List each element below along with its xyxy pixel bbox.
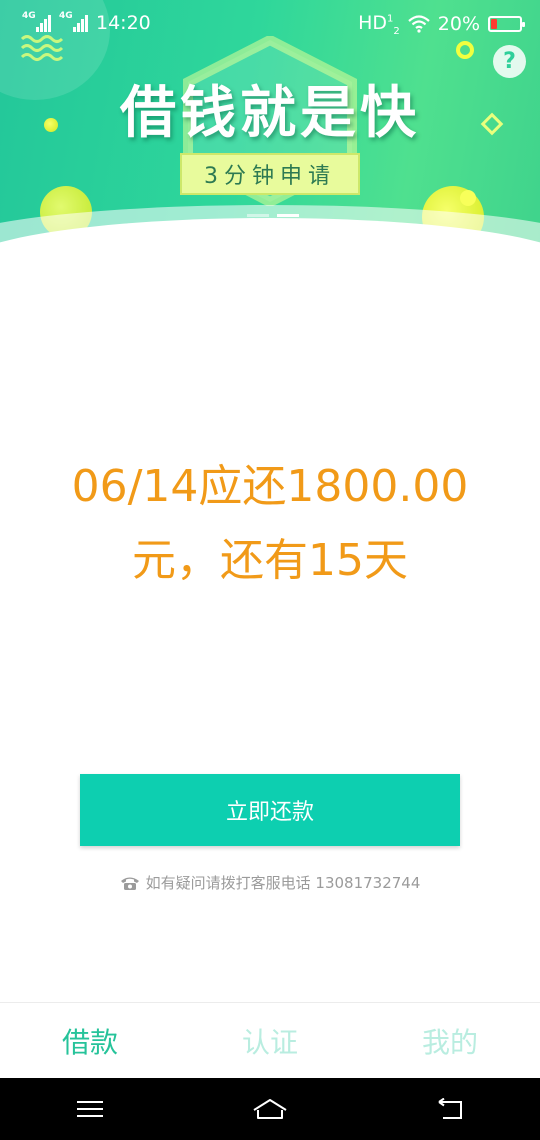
repay-now-button[interactable]: 立即还款 — [80, 774, 460, 846]
tab-mine[interactable]: 我的 — [360, 1003, 540, 1078]
battery-icon — [488, 16, 525, 33]
hd-indicator: HD12 — [358, 12, 400, 37]
due-line-2: 元，还有15天 — [132, 535, 408, 586]
help-icon[interactable]: ? — [493, 45, 526, 78]
banner-title: 借钱就是快 — [120, 81, 420, 146]
tab-verify[interactable]: 认证 — [180, 1003, 360, 1078]
repayment-due-info: 06/14应还1800.00 元，还有15天 — [40, 450, 500, 598]
home-icon — [253, 1099, 287, 1119]
status-time: 14:20 — [96, 12, 151, 34]
support-text: 如有疑问请拨打客服电话 13081732744 — [145, 874, 421, 892]
bottom-tab-bar: 借款 认证 我的 — [0, 1002, 540, 1078]
tab-borrow[interactable]: 借款 — [0, 1003, 180, 1078]
back-icon — [438, 1098, 462, 1119]
network-type: 4G — [22, 11, 36, 21]
status-left: 4G 4G 14:20 — [22, 11, 151, 34]
back-button[interactable] — [420, 1089, 480, 1129]
banner-badge: 3分钟申请 — [180, 153, 360, 195]
phone-icon — [120, 877, 139, 890]
due-line-1: 06/14应还1800.00 — [71, 461, 469, 512]
battery-percent: 20% — [437, 13, 480, 36]
support-hotline[interactable]: 如有疑问请拨打客服电话 13081732744 — [0, 872, 540, 893]
system-nav-bar — [0, 1078, 540, 1140]
network-type: 4G — [59, 11, 73, 21]
signal-icon: 4G — [59, 11, 88, 32]
menu-icon — [77, 1101, 103, 1117]
signal-icon: 4G — [22, 11, 51, 32]
menu-button[interactable] — [60, 1089, 120, 1129]
status-right: HD12 20% — [358, 12, 525, 37]
decorative-dot — [460, 190, 476, 206]
wifi-icon — [408, 15, 430, 33]
home-button[interactable] — [240, 1089, 300, 1129]
status-bar: 4G 4G 14:20 HD12 20% — [0, 0, 540, 48]
